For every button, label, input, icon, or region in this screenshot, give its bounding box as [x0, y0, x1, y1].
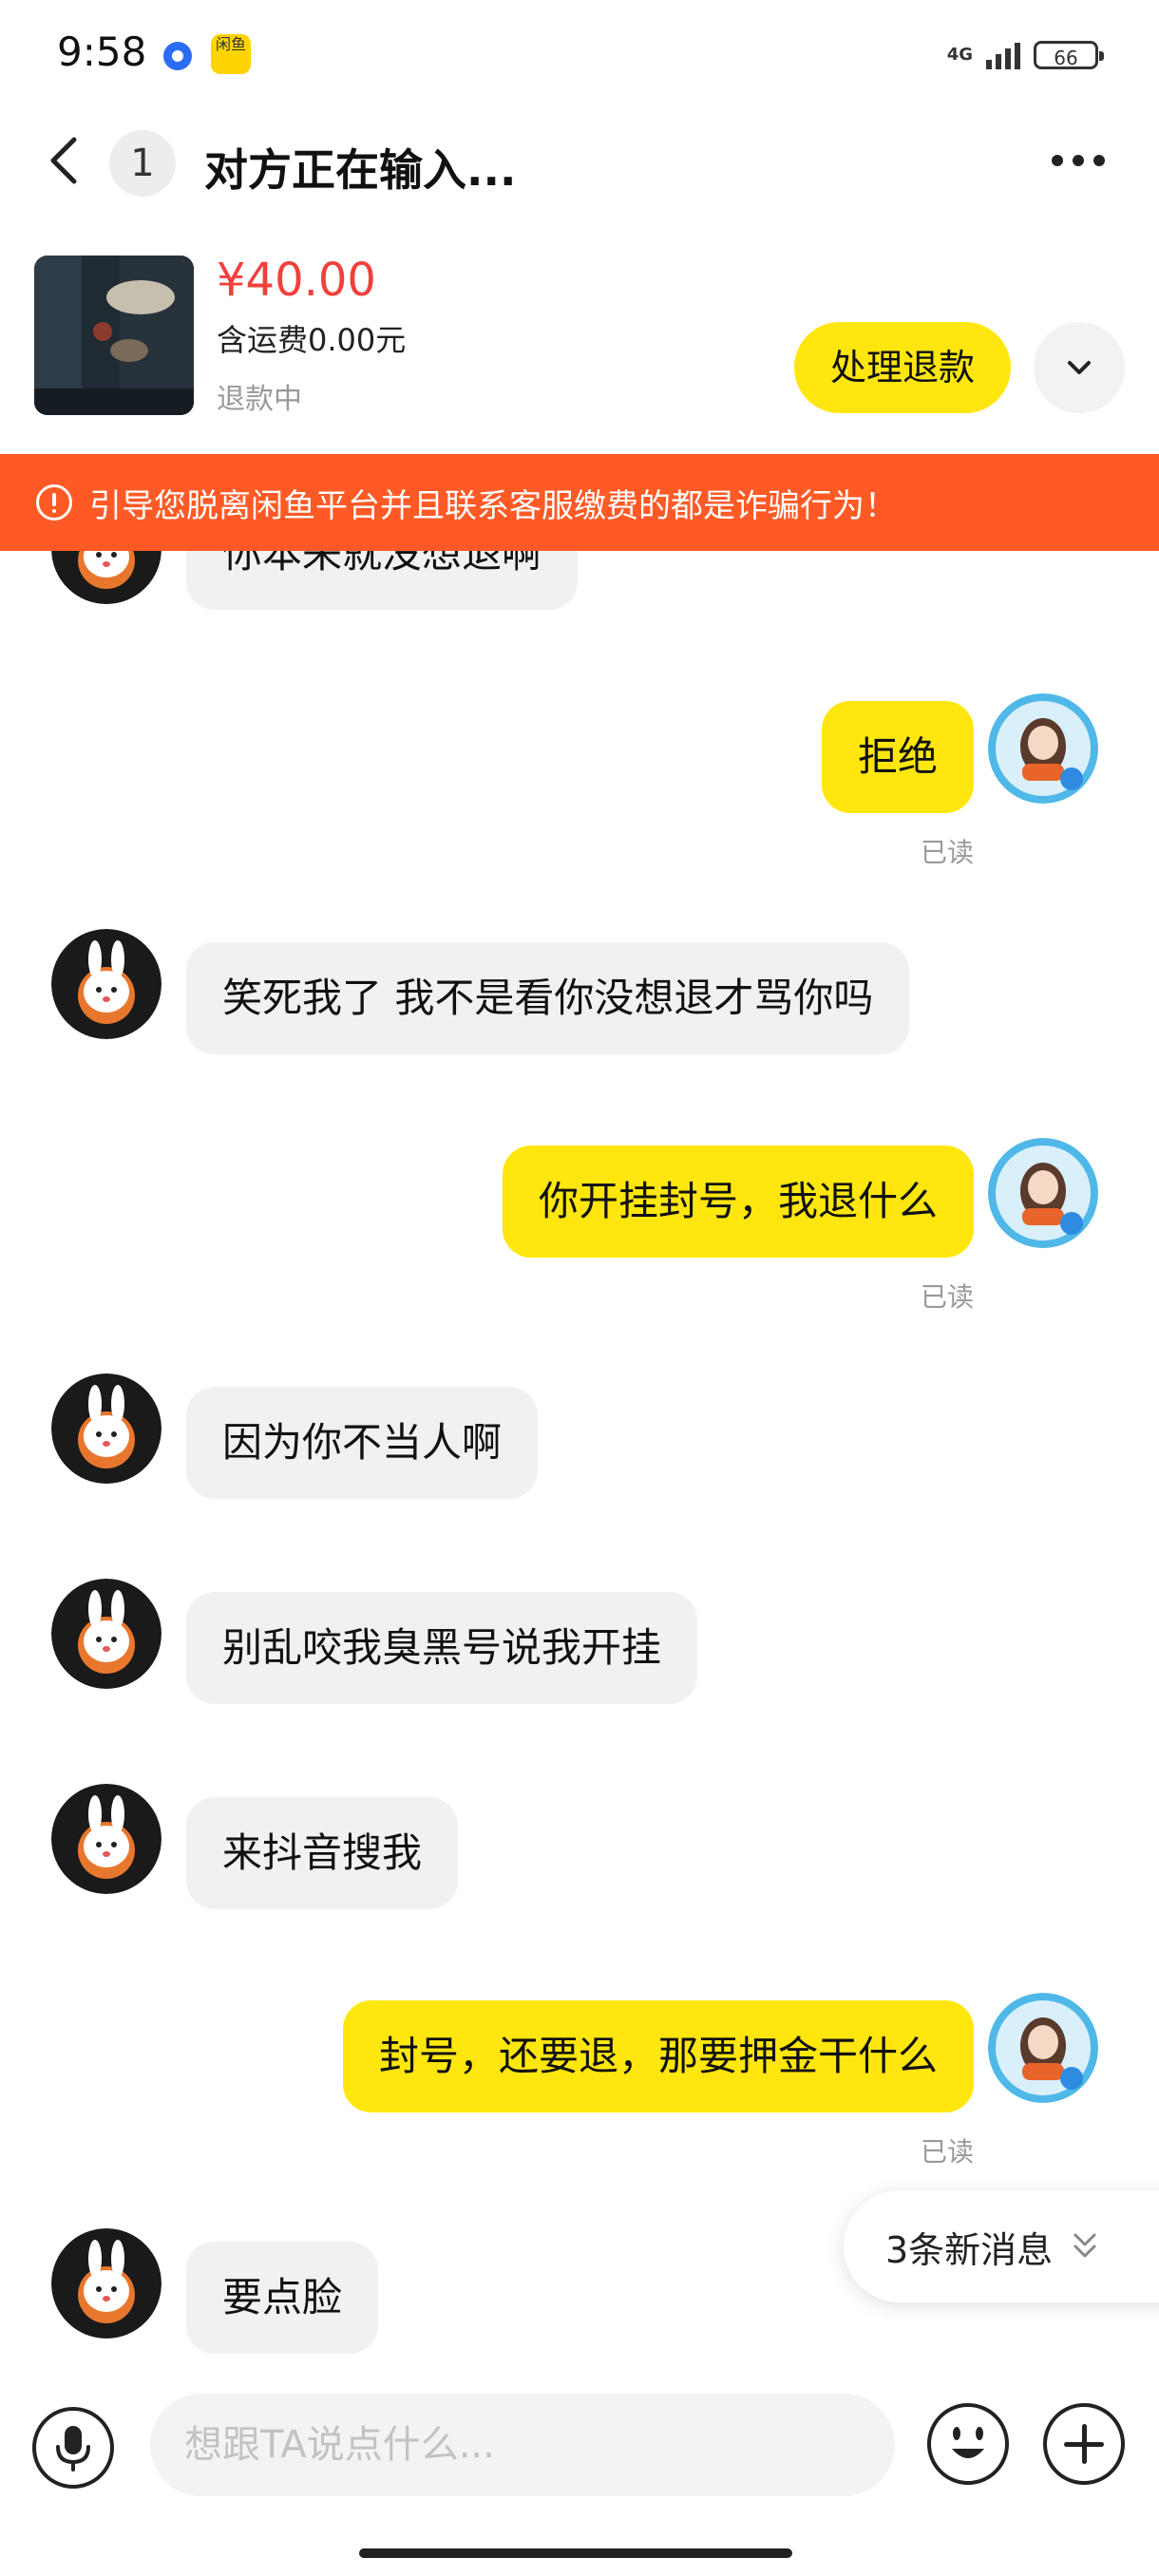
exclamation-circle-icon: [36, 484, 72, 521]
read-receipt: 已读: [920, 1281, 974, 1313]
process-refund-button[interactable]: 处理退款: [794, 322, 1011, 413]
plus-circle-icon[interactable]: [1043, 2403, 1125, 2485]
message-input[interactable]: [150, 2394, 895, 2496]
chat-header: 1 对方正在输入...: [0, 119, 1159, 204]
product-price: ¥40.00: [217, 254, 376, 307]
emoji-button[interactable]: [927, 2403, 1009, 2485]
user-avatar[interactable]: [988, 693, 1098, 804]
smiley-icon: [952, 2427, 984, 2458]
chevron-left-icon: [50, 137, 77, 184]
signal-icon: [986, 41, 1020, 69]
order-status: 退款中: [217, 383, 302, 416]
outgoing-message[interactable]: 你开挂封号，我退什么: [502, 1146, 974, 1258]
network-label: 4G: [946, 45, 973, 65]
unread-count-badge[interactable]: 1: [109, 130, 176, 197]
read-receipt: 已读: [920, 2136, 974, 2168]
microphone-icon: [56, 2426, 90, 2472]
incoming-message[interactable]: 要点脸: [186, 2242, 379, 2354]
incoming-message[interactable]: 来抖音搜我: [186, 1797, 459, 1909]
app-notification-icon: 闲鱼: [211, 34, 251, 74]
chevron-down-icon: [1068, 361, 1091, 374]
user-avatar[interactable]: [988, 1993, 1098, 2103]
new-messages-button[interactable]: 3条新消息: [844, 2190, 1159, 2302]
home-indicator[interactable]: [359, 2548, 792, 2558]
status-indicators: 4G 66: [946, 36, 1104, 74]
more-dots-icon: [1052, 155, 1063, 166]
status-time: 9:58: [57, 28, 147, 75]
chat-title: 对方正在输入...: [204, 144, 517, 196]
notification-dot-icon: [163, 42, 192, 70]
contact-avatar[interactable]: [51, 1784, 162, 1894]
shipping-info: 含运费0.00元: [217, 322, 407, 358]
contact-avatar[interactable]: [51, 2228, 162, 2339]
outgoing-message[interactable]: 封号，还要退，那要押金干什么: [342, 2000, 974, 2112]
outgoing-message[interactable]: 拒绝: [821, 701, 974, 813]
product-card[interactable]: ¥40.00 含运费0.00元 退款中 处理退款: [0, 242, 1159, 432]
expand-button[interactable]: [1034, 322, 1125, 413]
status-bar: 9:58 闲鱼 4G 66: [0, 0, 1159, 114]
fraud-warning-banner: 引导您脱离闲鱼平台并且联系客服缴费的都是诈骗行为！: [0, 454, 1159, 551]
incoming-message[interactable]: 别乱咬我臭黑号说我开挂: [186, 1592, 698, 1704]
voice-input-button[interactable]: [32, 2407, 114, 2489]
message-input-bar: [0, 2375, 1159, 2517]
read-receipt: 已读: [920, 837, 974, 868]
battery-icon: 66: [1034, 41, 1104, 69]
contact-avatar[interactable]: [51, 929, 162, 1039]
product-thumbnail[interactable]: [34, 256, 194, 415]
warning-text: 引导您脱离闲鱼平台并且联系客服缴费的都是诈骗行为！: [89, 486, 897, 525]
contact-avatar[interactable]: [51, 1579, 162, 1689]
new-messages-label: 3条新消息: [885, 2228, 1054, 2271]
back-button[interactable]: [38, 132, 95, 189]
more-options-button[interactable]: [1040, 132, 1116, 189]
double-chevron-down-icon: [1074, 2233, 1096, 2258]
incoming-message[interactable]: 因为你不当人啊: [186, 1387, 539, 1499]
user-avatar[interactable]: [988, 1138, 1098, 1248]
incoming-message[interactable]: 笑死我了 我不是看你没想退才骂你吗: [186, 942, 910, 1054]
contact-avatar[interactable]: [51, 1373, 162, 1484]
